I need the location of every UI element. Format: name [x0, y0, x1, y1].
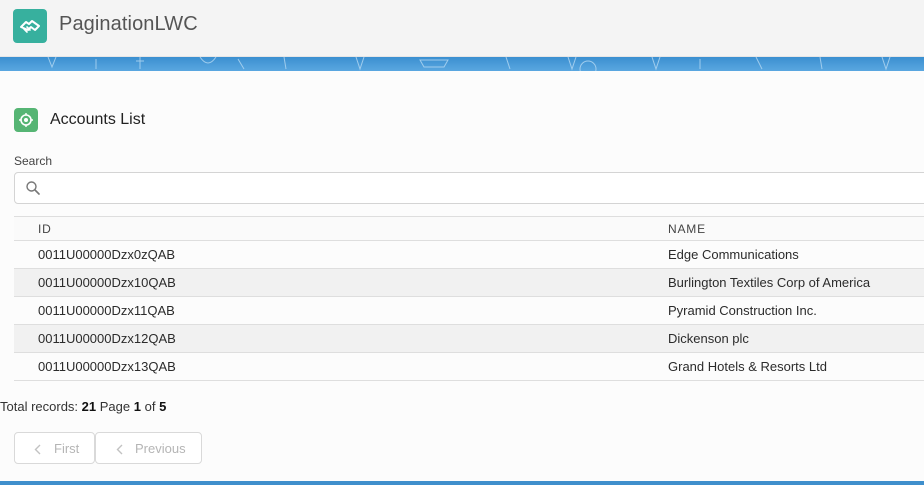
app-title: PaginationLWC: [59, 13, 198, 35]
cell-name: Dickenson plc: [668, 331, 749, 346]
cell-name: Pyramid Construction Inc.: [668, 303, 817, 318]
chevron-left-icon: [34, 444, 41, 455]
cell-name: Grand Hotels & Resorts Ltd: [668, 359, 827, 374]
search-input[interactable]: [51, 178, 915, 200]
total-records-count: 21: [81, 399, 97, 414]
first-page-button[interactable]: First: [14, 432, 95, 464]
first-page-label: First: [54, 441, 80, 456]
header-banner: [0, 57, 924, 71]
app-logo: [13, 9, 47, 43]
table-row: 0011U00000Dzx10QAB Burlington Textiles C…: [14, 269, 924, 297]
card-title: Accounts List: [50, 111, 146, 128]
total-pages: 5: [159, 399, 167, 414]
cell-id: 0011U00000Dzx13QAB: [38, 359, 176, 374]
of-label: of: [144, 399, 156, 414]
search-label: Search: [14, 154, 53, 168]
app-header: PaginationLWC: [0, 0, 924, 57]
handshake-icon: [20, 20, 40, 33]
previous-page-label: Previous: [135, 441, 186, 456]
cell-id: 0011U00000Dzx10QAB: [38, 275, 176, 290]
cell-id: 0011U00000Dzx11QAB: [38, 303, 175, 318]
chevron-left-icon: [116, 444, 123, 455]
accounts-table: ID NAME 0011U00000Dzx0zQAB Edge Communic…: [14, 216, 924, 381]
table-header-row: ID NAME: [14, 216, 924, 241]
search-icon: [26, 181, 40, 195]
table-row: 0011U00000Dzx12QAB Dickenson plc: [14, 325, 924, 353]
column-header-id[interactable]: ID: [38, 217, 52, 241]
previous-page-button[interactable]: Previous: [95, 432, 202, 464]
cell-name: Burlington Textiles Corp of America: [668, 275, 871, 290]
bottom-divider: [0, 481, 924, 485]
search-field[interactable]: [14, 172, 924, 204]
page-label: Page: [99, 399, 131, 414]
cell-name: Edge Communications: [668, 247, 799, 262]
table-row: 0011U00000Dzx11QAB Pyramid Construction …: [14, 297, 924, 325]
total-records-label: Total records:: [0, 399, 79, 414]
account-icon: [14, 108, 38, 132]
table-row: 0011U00000Dzx13QAB Grand Hotels & Resort…: [14, 353, 924, 381]
column-header-name[interactable]: NAME: [668, 217, 706, 241]
current-page: 1: [133, 399, 141, 414]
cell-id: 0011U00000Dzx12QAB: [38, 331, 176, 346]
pagination-summary: Total records: 21 Page 1 of 5: [0, 399, 166, 414]
table-row: 0011U00000Dzx0zQAB Edge Communications: [14, 241, 924, 269]
cell-id: 0011U00000Dzx0zQAB: [38, 247, 176, 262]
